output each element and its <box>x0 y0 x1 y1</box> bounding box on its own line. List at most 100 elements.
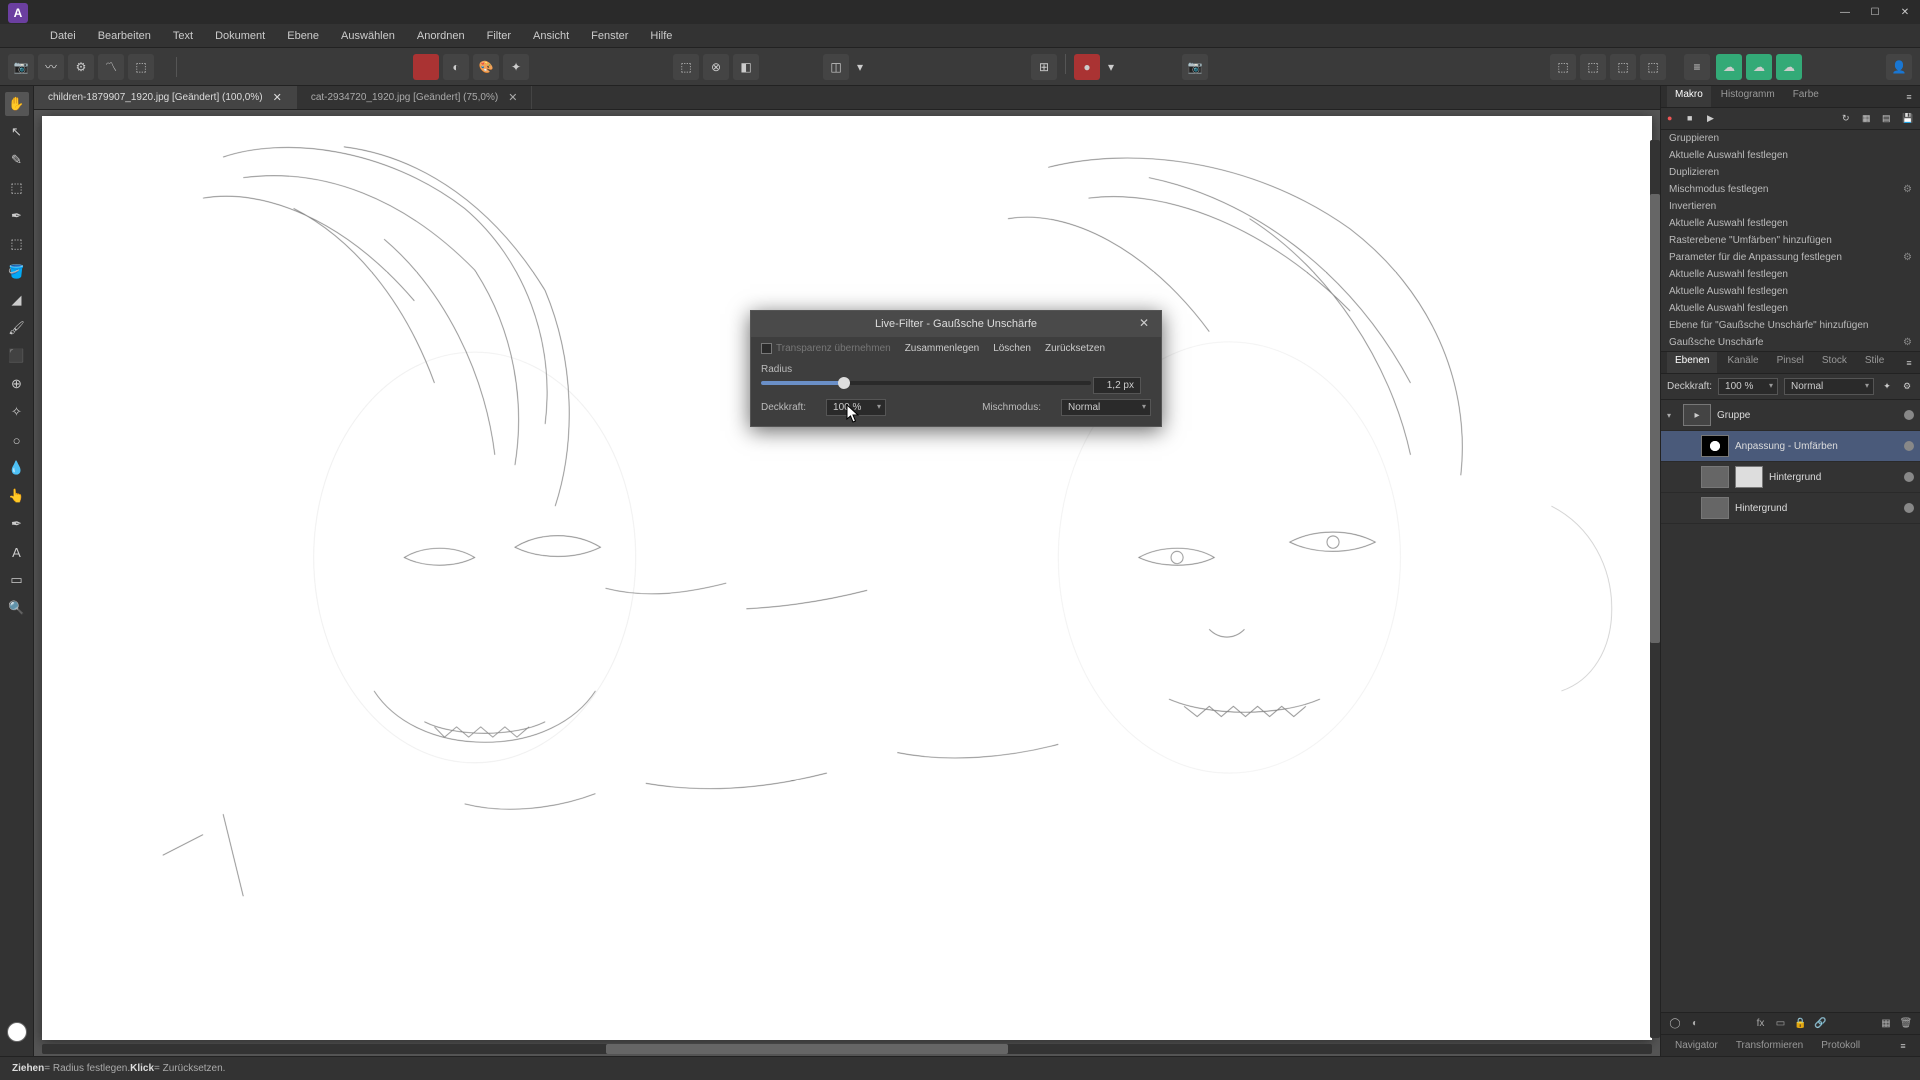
radius-value[interactable]: 1,2 px <box>1093 377 1141 394</box>
macro-opt2-icon[interactable]: ▤ <box>1882 113 1894 125</box>
panel-tab-farbe[interactable]: Farbe <box>1785 86 1827 107</box>
crop-tool-icon[interactable]: ⬚ <box>5 176 29 200</box>
vertical-scrollbar[interactable] <box>1650 140 1660 1038</box>
align-dist-icon[interactable]: ⬚ <box>1640 54 1666 80</box>
canvas-viewport[interactable] <box>34 110 1660 1056</box>
canvas[interactable] <box>42 116 1652 1040</box>
blendmode-dropdown[interactable]: Normal <box>1061 399 1151 416</box>
move-tool-icon[interactable]: ↖ <box>5 120 29 144</box>
shape-tool-icon[interactable]: ▭ <box>5 568 29 592</box>
menu-auswaehlen[interactable]: Auswählen <box>331 26 405 46</box>
macro-item[interactable]: Rasterebene "Umfärben" hinzufügen <box>1661 232 1920 249</box>
menu-datei[interactable]: Datei <box>40 26 86 46</box>
layer-row[interactable]: Hintergrund <box>1661 493 1920 524</box>
macro-stop-icon[interactable]: ■ <box>1687 113 1699 125</box>
panel-tab-kanaele[interactable]: Kanäle <box>1719 352 1766 373</box>
layer-row[interactable]: ▾▸Gruppe <box>1661 400 1920 431</box>
visibility-toggle[interactable] <box>1904 410 1914 420</box>
opacity-dropdown[interactable]: 100 % <box>826 399 886 416</box>
cloud2-icon[interactable]: ☁ <box>1746 54 1772 80</box>
opacity-dropdown[interactable]: 100 % <box>1718 378 1778 395</box>
window-minimize[interactable]: — <box>1838 5 1852 19</box>
document-tab-1[interactable]: children-1879907_1920.jpg [Geändert] (10… <box>34 86 297 109</box>
arrange-icon[interactable]: ⊞ <box>1031 54 1057 80</box>
record-icon[interactable]: ● <box>1074 54 1100 80</box>
slider-thumb[interactable] <box>838 377 850 389</box>
layer-gear-icon[interactable]: ⚙ <box>1900 380 1914 394</box>
delete-layer-icon[interactable]: 🗑 <box>1898 1016 1914 1032</box>
camera-icon[interactable]: 📷 <box>1182 54 1208 80</box>
menu-dokument[interactable]: Dokument <box>205 26 275 46</box>
persona-develop-icon[interactable]: ⚙ <box>68 54 94 80</box>
flood-tool-icon[interactable]: 🪣 <box>5 260 29 284</box>
horizontal-scrollbar[interactable] <box>42 1044 1652 1054</box>
menu-filter[interactable]: Filter <box>477 26 521 46</box>
menu-hilfe[interactable]: Hilfe <box>640 26 682 46</box>
macro-opt1-icon[interactable]: ▦ <box>1862 113 1874 125</box>
menu-anordnen[interactable]: Anordnen <box>407 26 475 46</box>
add-layer-icon[interactable]: ▦ <box>1878 1016 1894 1032</box>
gear-icon[interactable]: ⚙ <box>1903 184 1912 195</box>
assistant-icon[interactable]: ≡ <box>1684 54 1710 80</box>
macro-save-icon[interactable]: 💾 <box>1902 113 1914 125</box>
macro-reset-icon[interactable]: ↻ <box>1842 113 1854 125</box>
smudge-tool-icon[interactable]: 👆 <box>5 484 29 508</box>
inpaint-tool-icon[interactable]: ✧ <box>5 400 29 424</box>
expand-icon[interactable]: ▾ <box>1667 411 1677 420</box>
account-icon[interactable]: 👤 <box>1886 54 1912 80</box>
invert-sel-icon[interactable]: ◧ <box>733 54 759 80</box>
menu-ebene[interactable]: Ebene <box>277 26 329 46</box>
layer-fx-icon[interactable]: ✦ <box>1880 380 1894 394</box>
mask-icon[interactable]: ◯ <box>1667 1016 1683 1032</box>
macro-item[interactable]: Gaußsche Unschärfe⚙ <box>1661 334 1920 351</box>
link-icon[interactable]: 🔗 <box>1813 1016 1829 1032</box>
blur-tool-icon[interactable]: 💧 <box>5 456 29 480</box>
zoom-tool-icon[interactable]: 🔍 <box>5 596 29 620</box>
dodge-tool-icon[interactable]: ○ <box>5 428 29 452</box>
hand-tool-icon[interactable]: ✋ <box>5 92 29 116</box>
close-icon[interactable]: ✕ <box>273 91 282 104</box>
cloud3-icon[interactable]: ☁ <box>1776 54 1802 80</box>
panel-tab-transformieren[interactable]: Transformieren <box>1728 1037 1811 1054</box>
persona-photo-icon[interactable]: 📷 <box>8 54 34 80</box>
text-tool-icon[interactable]: A <box>5 540 29 564</box>
swatch-red-icon[interactable] <box>413 54 439 80</box>
macro-play-icon[interactable]: ▶ <box>1707 113 1719 125</box>
menu-fenster[interactable]: Fenster <box>581 26 638 46</box>
menu-ansicht[interactable]: Ansicht <box>523 26 579 46</box>
gear-icon[interactable]: ⚙ <box>1903 337 1912 348</box>
document-tab-2[interactable]: cat-2934720_1920.jpg [Geändert] (75,0%) … <box>297 86 533 109</box>
marquee-tool-icon[interactable]: ⬚ <box>5 232 29 256</box>
crop-icon[interactable]: ◫ <box>823 54 849 80</box>
fx-icon[interactable]: fx <box>1753 1016 1769 1032</box>
reset-button[interactable]: Zurücksetzen <box>1045 343 1105 354</box>
persona-liquify-icon[interactable]: 〰 <box>38 54 64 80</box>
lock-icon[interactable]: 🔒 <box>1793 1016 1809 1032</box>
select-all-icon[interactable]: ⬚ <box>673 54 699 80</box>
autocontrast-icon[interactable]: ✦ <box>503 54 529 80</box>
align-left-icon[interactable]: ⬚ <box>1550 54 1576 80</box>
selection-brush-tool-icon[interactable]: ✒ <box>5 204 29 228</box>
macro-item[interactable]: Ebene für "Gaußsche Unschärfe" hinzufüge… <box>1661 317 1920 334</box>
pen-tool-icon[interactable]: ✒ <box>5 512 29 536</box>
deselect-icon[interactable]: ⊗ <box>703 54 729 80</box>
erase-tool-icon[interactable]: ⬛ <box>5 344 29 368</box>
visibility-toggle[interactable] <box>1904 472 1914 482</box>
crop-dropdown-icon[interactable]: ▾ <box>853 54 867 80</box>
radius-slider[interactable] <box>761 381 1091 385</box>
foreground-color-swatch[interactable] <box>7 1022 27 1042</box>
window-close[interactable]: ✕ <box>1898 5 1912 19</box>
menu-bearbeiten[interactable]: Bearbeiten <box>88 26 161 46</box>
merge-button[interactable]: Zusammenlegen <box>905 343 979 354</box>
macro-item[interactable]: Duplizieren <box>1661 164 1920 181</box>
scrollbar-thumb[interactable] <box>606 1044 1009 1054</box>
macro-item[interactable]: Mischmodus festlegen⚙ <box>1661 181 1920 198</box>
persona-tone-icon[interactable]: 〽 <box>98 54 124 80</box>
dialog-title[interactable]: Live-Filter - Gaußsche Unschärfe ✕ <box>751 311 1161 337</box>
color-picker-tool-icon[interactable]: ✎ <box>5 148 29 172</box>
macro-item[interactable]: Gruppieren <box>1661 130 1920 147</box>
macro-item[interactable]: Parameter für die Anpassung festlegen⚙ <box>1661 249 1920 266</box>
visibility-toggle[interactable] <box>1904 503 1914 513</box>
align-right-icon[interactable]: ⬚ <box>1610 54 1636 80</box>
panel-tab-navigator[interactable]: Navigator <box>1667 1037 1726 1054</box>
